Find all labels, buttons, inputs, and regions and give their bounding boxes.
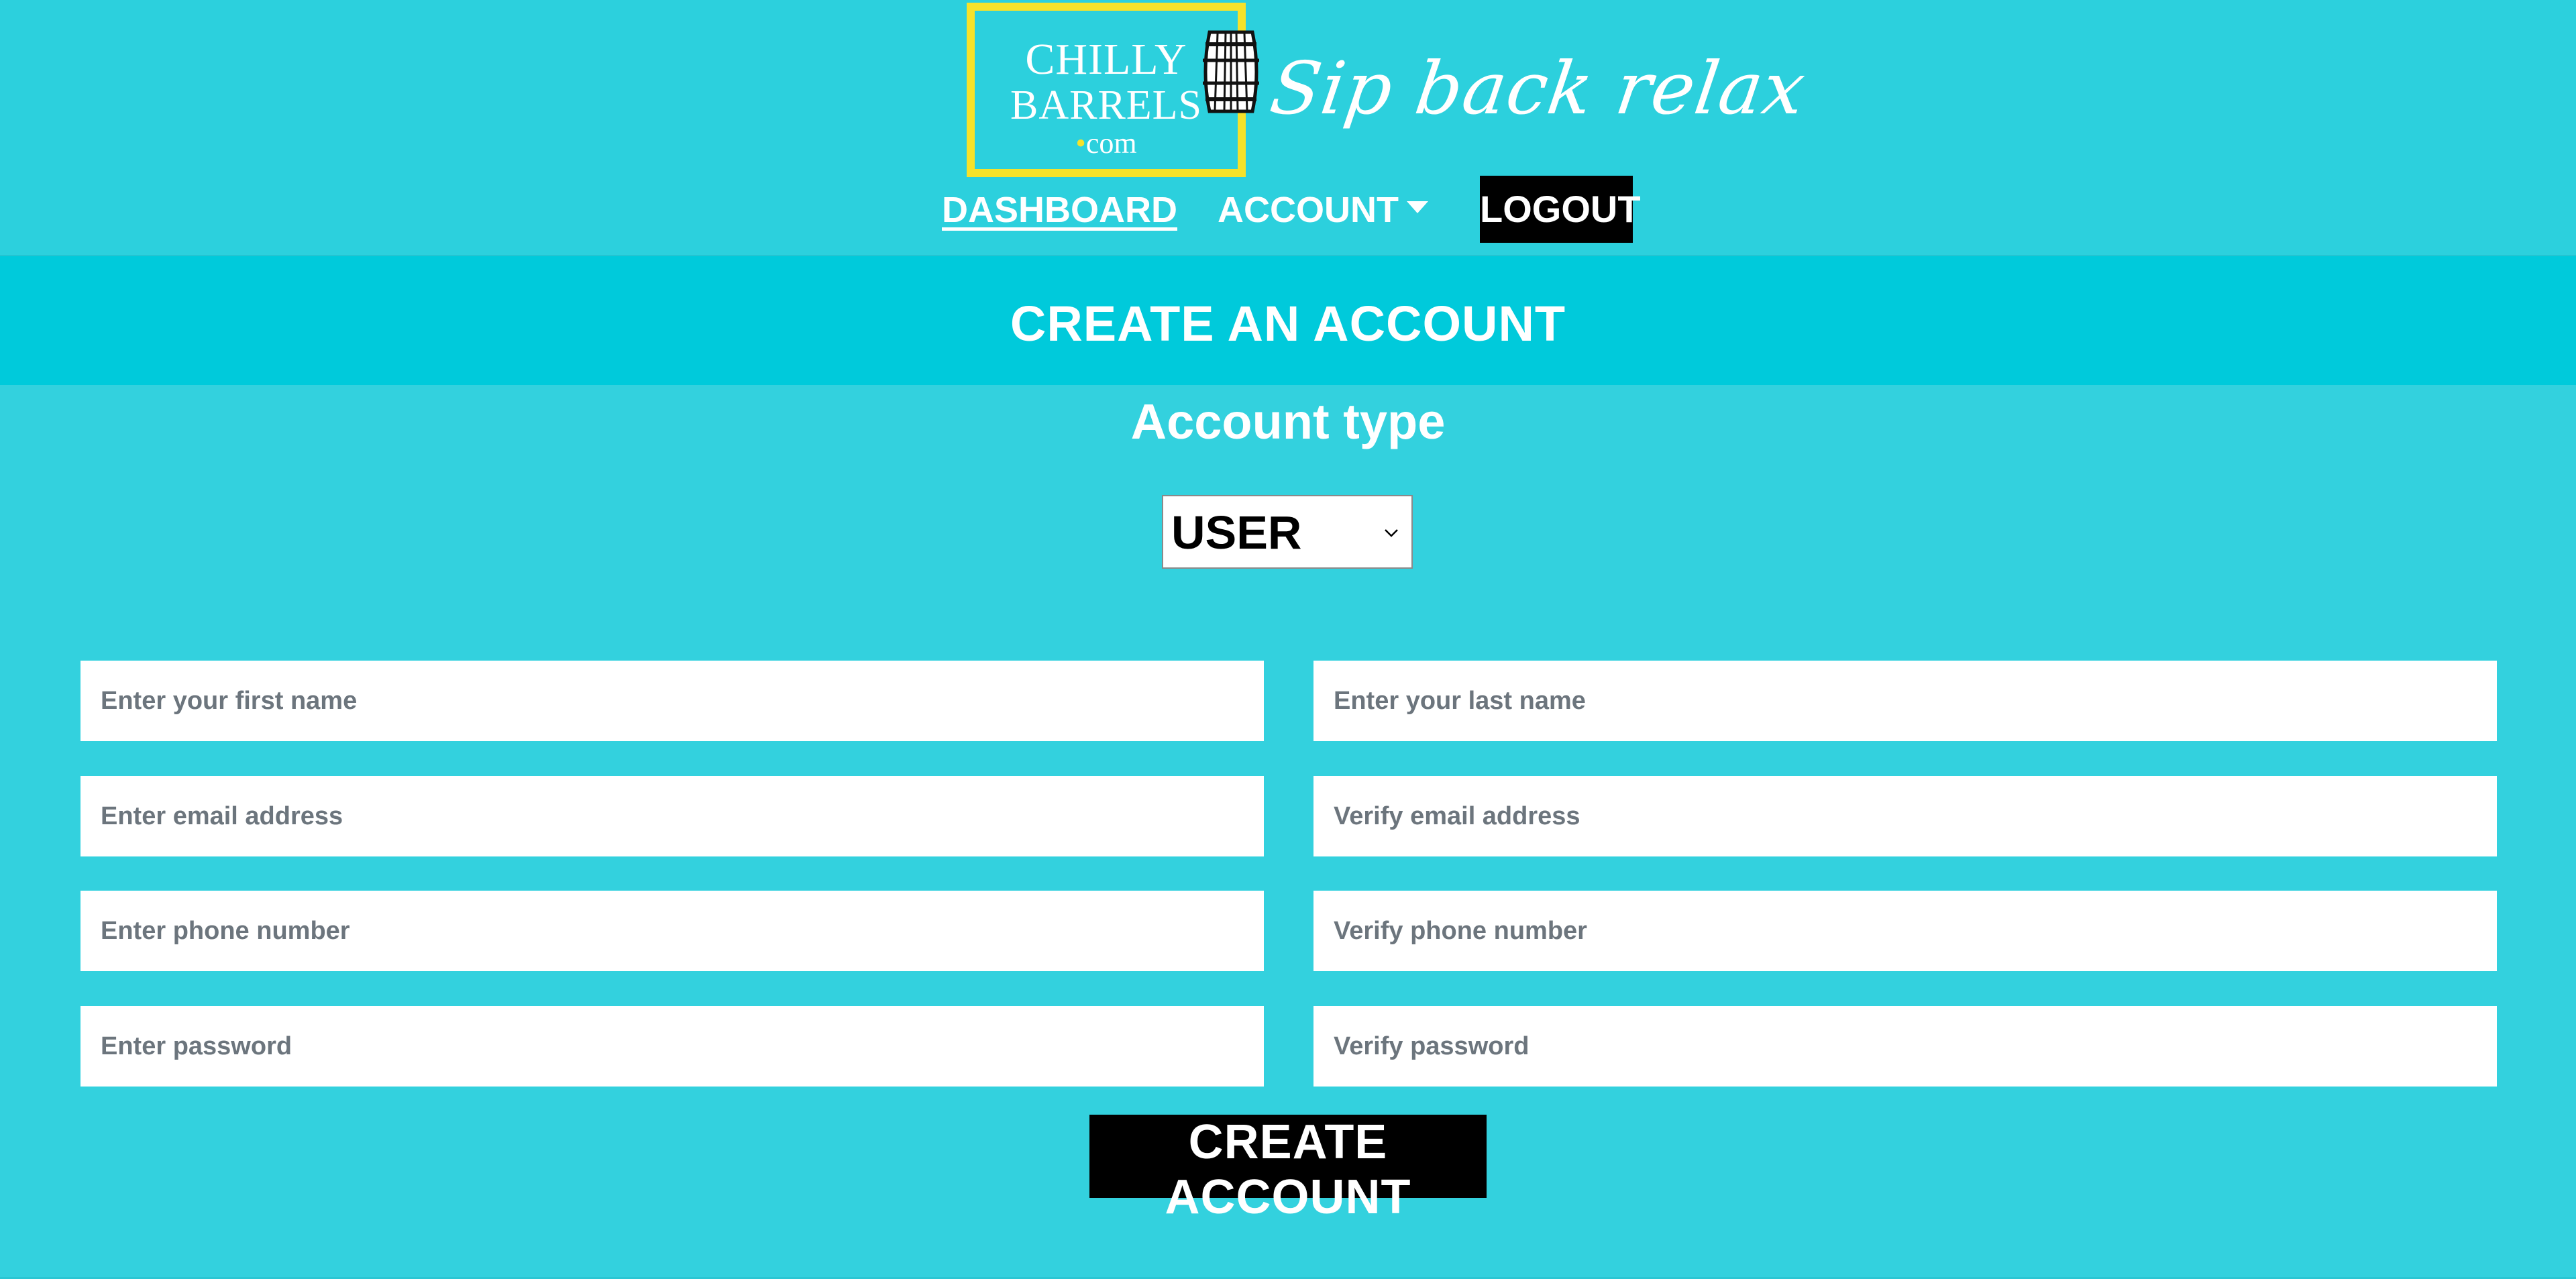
last-name-field[interactable] [1313,661,2497,741]
nav-account-label: ACCOUNT [1218,190,1399,230]
brand-tagline: Sip back relax [1265,47,1811,131]
title-band: CREATE AN ACCOUNT [0,256,2576,385]
account-type-heading: Account type [1130,394,1446,449]
verify-email-field[interactable] [1313,776,2497,856]
barrel-icon [1203,30,1259,113]
nav-dashboard-link[interactable]: DASHBOARD [942,189,1177,231]
logo-com-text: com [1085,127,1137,160]
site-header: CHILLY BARRELS •com Sip back relax DASHB… [0,0,2576,256]
email-field[interactable] [80,776,1264,856]
caret-down-icon [1406,201,1428,213]
verify-phone-field[interactable] [1313,891,2497,971]
logo-line-com: •com [975,129,1238,158]
account-type-select[interactable]: USER [1162,495,1413,569]
verify-password-field[interactable] [1313,1006,2497,1087]
phone-field[interactable] [80,891,1264,971]
page-title: CREATE AN ACCOUNT [1010,296,1566,351]
logout-button[interactable]: LOGOUT [1480,176,1641,243]
chevron-down-icon [1385,529,1398,537]
password-field[interactable] [80,1006,1264,1087]
create-account-button[interactable]: CREATE ACCOUNT [1089,1115,1487,1224]
account-type-value: USER [1171,506,1302,559]
nav-account-dropdown[interactable]: ACCOUNT [1218,189,1428,231]
logo-dot: • [1075,127,1086,160]
main-nav: DASHBOARD ACCOUNT LOGOUT [0,176,2576,243]
first-name-field[interactable] [80,661,1264,741]
